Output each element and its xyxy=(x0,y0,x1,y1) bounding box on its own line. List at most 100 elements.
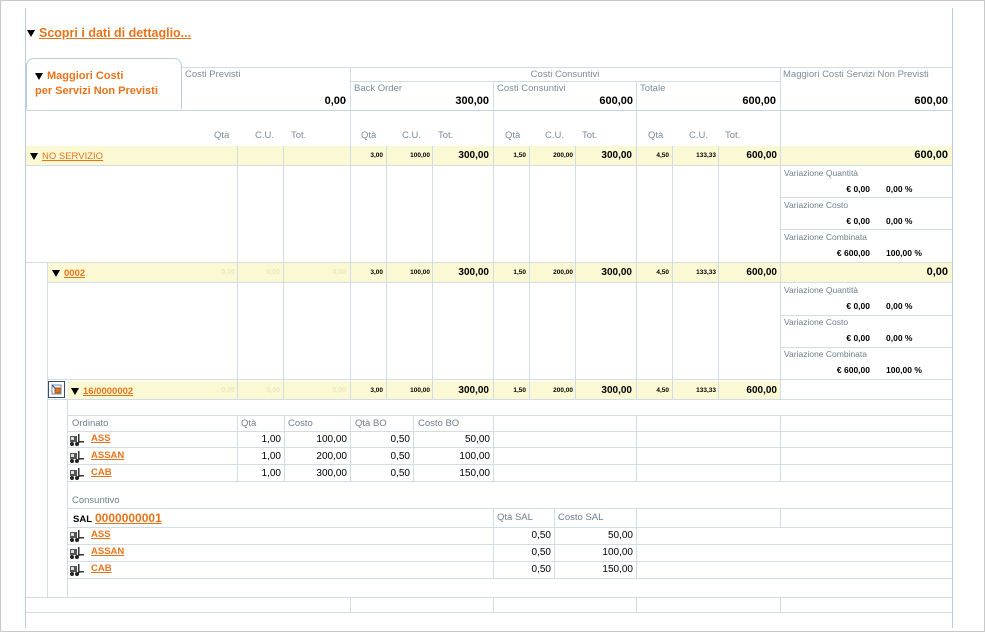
var-label: Variazione Quantità xyxy=(784,285,859,295)
sal-label: SAL xyxy=(73,514,92,525)
cell: 50,00 xyxy=(607,530,633,541)
ordinato-col-costo-bo: Costo BO xyxy=(418,418,460,429)
var-pct: 100,00 % xyxy=(886,248,922,258)
var-value: € 0,00 xyxy=(846,216,870,226)
col-tot-tt: Tot. xyxy=(725,130,741,141)
row-0002-toggle[interactable]: 0002 xyxy=(52,268,85,279)
no-servizio-toggle[interactable]: NO SERVIZIO xyxy=(30,151,103,162)
consuntivo-col-qta-sal: Qtà SAL xyxy=(497,512,533,523)
tab-maggiori-costi[interactable] xyxy=(26,58,182,109)
cell: 133,33 xyxy=(696,269,716,276)
cell: 0,00 xyxy=(266,387,280,394)
cell: 3,00 xyxy=(370,387,383,394)
forklift-icon xyxy=(69,433,85,447)
cell: 100,00 xyxy=(602,547,633,558)
ordinato-item-link[interactable]: CAB xyxy=(91,467,112,478)
forklift-icon xyxy=(69,467,85,481)
col-tot-bo: Tot. xyxy=(438,130,454,141)
costi-consuntivi-value: 600,00 xyxy=(599,95,633,107)
ordinato-col-qta-bo: Qtà BO xyxy=(355,418,387,429)
cell: 0,00 xyxy=(332,269,346,276)
forklift-icon xyxy=(69,450,85,464)
cell: 0,00 xyxy=(221,387,235,394)
cell: 150,00 xyxy=(459,468,490,479)
forklift-icon xyxy=(69,529,85,543)
forklift-icon xyxy=(69,563,85,577)
row-16-toggle[interactable]: 16/0000002 xyxy=(71,386,133,397)
row-16-link[interactable]: 16/0000002 xyxy=(83,386,133,397)
cell: 300,00 xyxy=(601,267,632,278)
cell: 4,50 xyxy=(656,152,669,159)
collapse-triangle-icon[interactable] xyxy=(52,269,60,277)
var-label: Variazione Costo xyxy=(784,317,849,327)
no-servizio-link[interactable]: NO SERVIZIO xyxy=(42,151,103,162)
cell: 0,00 xyxy=(926,266,948,278)
col-cu-tt: C.U. xyxy=(689,130,708,141)
var-pct: 100,00 % xyxy=(886,365,922,375)
collapse-triangle-icon[interactable] xyxy=(71,387,79,395)
cell: 600,00 xyxy=(746,385,777,396)
consuntivo-title: Consuntivo xyxy=(72,495,120,506)
costi-previsti-value: 0,00 xyxy=(324,95,346,107)
ordinato-item-link[interactable]: ASS xyxy=(91,433,111,444)
tab-title-line1[interactable]: Maggiori Costi xyxy=(47,70,123,82)
cell: 1,00 xyxy=(261,468,281,479)
var-label: Variazione Quantità xyxy=(784,168,859,178)
tab-title[interactable]: Maggiori Costi xyxy=(35,70,123,82)
cell: 200,00 xyxy=(553,152,573,159)
col-qta-cc: Qtà xyxy=(505,130,521,141)
col-cu-cc: C.U. xyxy=(545,130,564,141)
var-value: € 600,00 xyxy=(836,365,870,375)
ordinato-item-link[interactable]: ASSAN xyxy=(91,450,124,461)
collapse-triangle-icon[interactable] xyxy=(30,152,38,160)
back-order-header: Back Order xyxy=(354,83,403,94)
cell: 0,50 xyxy=(531,530,551,541)
cell: 100,00 xyxy=(410,269,430,276)
cell: 300,00 xyxy=(458,267,489,278)
col-qta-tt: Qtà xyxy=(648,130,664,141)
consuntivo-item-link[interactable]: ASSAN xyxy=(91,546,124,557)
var-pct: 0,00 % xyxy=(886,301,913,311)
consuntivo-item-link[interactable]: CAB xyxy=(91,563,112,574)
cell: 300,00 xyxy=(458,385,489,396)
cell: 0,00 xyxy=(332,387,346,394)
cell: 0,50 xyxy=(531,547,551,558)
var-value: € 0,00 xyxy=(846,301,870,311)
maggiori-costi-header: Maggiori Costi Servizi Non Previsti xyxy=(783,69,929,80)
cell: 200,00 xyxy=(553,387,573,394)
ordinato-title: Ordinato xyxy=(72,418,109,429)
cell: 0,50 xyxy=(390,468,410,479)
cell: 0,50 xyxy=(531,564,551,575)
tab-title-line2[interactable]: per Servizi Non Previsti xyxy=(35,85,158,97)
expand-tree-icon[interactable] xyxy=(48,381,65,398)
cell: 0,50 xyxy=(390,434,410,445)
cell: 300,00 xyxy=(458,150,489,161)
cell: 4,50 xyxy=(656,269,669,276)
var-pct: 0,00 % xyxy=(886,333,913,343)
col-qta-bo: Qtà xyxy=(361,130,377,141)
cell: 133,33 xyxy=(696,387,716,394)
cell: 1,50 xyxy=(513,152,526,159)
cell: 300,00 xyxy=(601,385,632,396)
row-0002-link[interactable]: 0002 xyxy=(64,268,85,279)
cell: 300,00 xyxy=(316,468,347,479)
ordinato-col-qta: Qtà xyxy=(241,418,257,429)
forklift-icon xyxy=(69,546,85,560)
cell: 0,00 xyxy=(221,269,235,276)
ordinato-col-costo: Costo xyxy=(288,418,313,429)
consuntivo-item-link[interactable]: ASS xyxy=(91,529,111,540)
var-value: € 0,00 xyxy=(846,333,870,343)
cell: 100,00 xyxy=(410,152,430,159)
back-order-value: 300,00 xyxy=(455,95,489,107)
sal-code-link[interactable]: 0000000001 xyxy=(95,511,162,525)
cell: 100,00 xyxy=(316,434,347,445)
cell: 4,50 xyxy=(656,387,669,394)
consuntivo-col-costo-sal: Costo SAL xyxy=(558,512,604,523)
cell: 150,00 xyxy=(602,564,633,575)
var-label: Variazione Costo xyxy=(784,200,849,210)
collapse-triangle-icon[interactable] xyxy=(35,72,43,80)
costi-previsti-header: Costi Previsti xyxy=(185,69,241,80)
var-label: Variazione Combinata xyxy=(784,349,867,359)
cell: 300,00 xyxy=(601,150,632,161)
cell: 200,00 xyxy=(316,451,347,462)
